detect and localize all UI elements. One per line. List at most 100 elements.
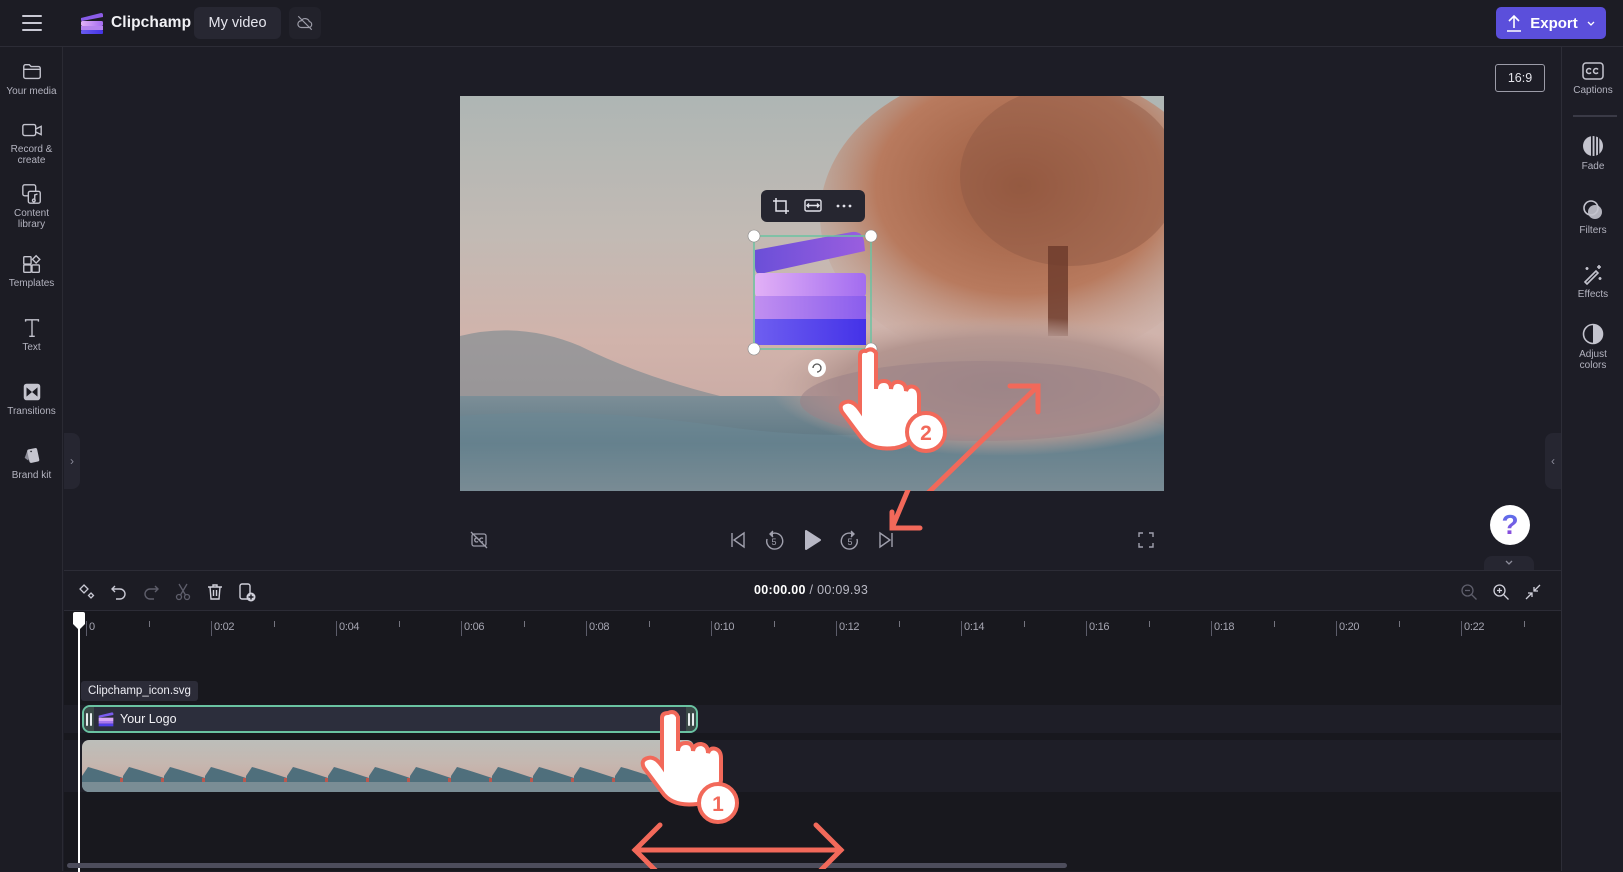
- skip-back-button[interactable]: [726, 528, 750, 552]
- ruler-label: 0:18: [1214, 621, 1235, 633]
- delete-icon: [208, 584, 222, 600]
- cloud-off-icon: [297, 15, 313, 31]
- fullscreen-button[interactable]: [1134, 528, 1158, 552]
- playhead[interactable]: [78, 613, 80, 872]
- ruler-minor-tick: [273, 621, 275, 627]
- ruler-minor-tick: [773, 621, 775, 627]
- ruler-minor-tick: [1148, 621, 1150, 627]
- zoom-in-button[interactable]: [1490, 581, 1512, 603]
- forward-5-button[interactable]: 5: [838, 528, 862, 552]
- sidebar-item-label: Fade: [1581, 161, 1605, 172]
- brand-kit-icon: [24, 448, 39, 463]
- ruler-major-tick: [1211, 621, 1212, 636]
- video-frame: 2: [460, 96, 1164, 491]
- split-button[interactable]: [172, 581, 194, 603]
- timeline-ruler[interactable]: 0 0:02 0:04 0:06 0:08 0:10 0:12 0:14 0:16 0:18 0:2…: [64, 612, 1561, 642]
- magic-edit-button[interactable]: [76, 581, 98, 603]
- clipchamp-logo-icon: [81, 13, 103, 34]
- sidebar-item-captions[interactable]: Captions: [1562, 61, 1623, 96]
- rewind-5-button[interactable]: 5: [762, 528, 786, 552]
- undo-button[interactable]: [108, 581, 130, 603]
- sidebar-item-adjust-colors[interactable]: Adjust colors: [1562, 323, 1623, 371]
- sidebar-item-label: Captions: [1573, 85, 1613, 96]
- hamburger-icon-bar: [22, 15, 42, 17]
- trim-handle-left[interactable]: [84, 707, 94, 731]
- resize-handle-top-right[interactable]: [864, 229, 878, 243]
- ruler-minor-tick: [1023, 621, 1025, 627]
- sidebar-item-your-media[interactable]: Your media: [0, 61, 63, 97]
- hamburger-icon-bar: [22, 29, 42, 31]
- sidebar-divider: [1573, 115, 1617, 117]
- left-sidebar: Your media Record & create Content libra…: [0, 47, 63, 871]
- ruler-minor-tick: [523, 621, 525, 627]
- export-button[interactable]: Export: [1496, 7, 1606, 39]
- sidebar-item-templates[interactable]: Templates: [0, 253, 63, 289]
- ruler-minor-tick: [1523, 621, 1525, 627]
- play-button[interactable]: [800, 528, 824, 552]
- ruler-major-tick: [1461, 621, 1462, 636]
- pointer-hand-icon: 1: [640, 710, 739, 824]
- magic-edit-icon: [79, 584, 95, 599]
- ruler-major-tick: [461, 621, 462, 636]
- captions-toggle-button[interactable]: [467, 528, 491, 552]
- sidebar-item-label: Templates: [8, 278, 55, 289]
- captions-icon: [1582, 62, 1604, 80]
- sidebar-item-filters[interactable]: Filters: [1562, 199, 1623, 236]
- video-clip[interactable]: [82, 740, 694, 792]
- rotate-handle[interactable]: [808, 359, 826, 377]
- zoom-out-button[interactable]: [1458, 581, 1480, 603]
- sidebar-item-text[interactable]: Text: [0, 317, 63, 353]
- timeline-scrollbar[interactable]: [67, 863, 1067, 868]
- sidebar-item-content-library[interactable]: Content library: [0, 183, 63, 230]
- playhead-handle[interactable]: [73, 612, 85, 630]
- rewind-5-icon: 5: [766, 530, 784, 550]
- sidebar-item-fade[interactable]: Fade: [1562, 135, 1623, 172]
- ruler-label: 0:04: [339, 621, 360, 633]
- redo-icon: [144, 585, 159, 600]
- sidebar-item-brand-kit[interactable]: Brand kit: [0, 445, 63, 481]
- redo-button[interactable]: [140, 581, 162, 603]
- aspect-ratio-button[interactable]: 16:9: [1495, 64, 1545, 92]
- chevron-right-icon: ›: [70, 454, 74, 468]
- ruler-major-tick: [211, 621, 212, 636]
- adjust-colors-icon: [1582, 323, 1604, 345]
- expand-left-panel-handle[interactable]: ›: [64, 433, 80, 489]
- sidebar-item-label: Brand kit: [11, 470, 52, 481]
- delete-button[interactable]: [204, 581, 226, 603]
- sidebar-item-label: Content library: [13, 208, 50, 230]
- fit-timeline-button[interactable]: [1522, 581, 1544, 603]
- skip-back-icon: [731, 531, 745, 549]
- video-preview[interactable]: 2: [460, 96, 1164, 491]
- cloud-sync-button[interactable]: [289, 7, 321, 39]
- hamburger-menu-button[interactable]: [20, 13, 44, 33]
- help-button[interactable]: ?: [1490, 505, 1530, 545]
- resize-handle-bottom-left[interactable]: [747, 342, 761, 356]
- skip-forward-button[interactable]: [874, 528, 898, 552]
- text-icon: [24, 319, 39, 337]
- zoom-out-icon: [1461, 584, 1477, 600]
- ruler-minor-tick: [1398, 621, 1400, 627]
- ruler-major-tick: [86, 621, 87, 636]
- camera-icon: [21, 123, 42, 137]
- more-icon[interactable]: [836, 204, 852, 208]
- collapse-right-panel-handle[interactable]: ‹: [1545, 433, 1561, 489]
- ruler-label: 0:22: [1464, 621, 1485, 633]
- sidebar-item-record-create[interactable]: Record & create: [0, 119, 63, 166]
- transitions-icon: [23, 383, 40, 401]
- sidebar-item-label: Transitions: [7, 406, 56, 417]
- time-separator: /: [805, 583, 818, 597]
- app-header: Clipchamp My video Export: [0, 0, 1623, 47]
- ruler-label: 0:14: [964, 621, 985, 633]
- project-name-field[interactable]: My video: [194, 7, 281, 39]
- export-label: Export: [1530, 14, 1578, 32]
- split-icon: [175, 583, 191, 601]
- sidebar-item-transitions[interactable]: Transitions: [0, 381, 63, 417]
- collapse-help-button[interactable]: [1484, 556, 1534, 570]
- hamburger-icon-bar: [22, 22, 42, 24]
- sidebar-item-effects[interactable]: Effects: [1562, 263, 1623, 300]
- effects-icon: [1583, 265, 1602, 285]
- chevron-left-icon: ‹: [1551, 454, 1555, 468]
- resize-handle-top-left[interactable]: [747, 229, 761, 243]
- undo-icon: [111, 585, 126, 600]
- add-to-library-button[interactable]: [236, 581, 258, 603]
